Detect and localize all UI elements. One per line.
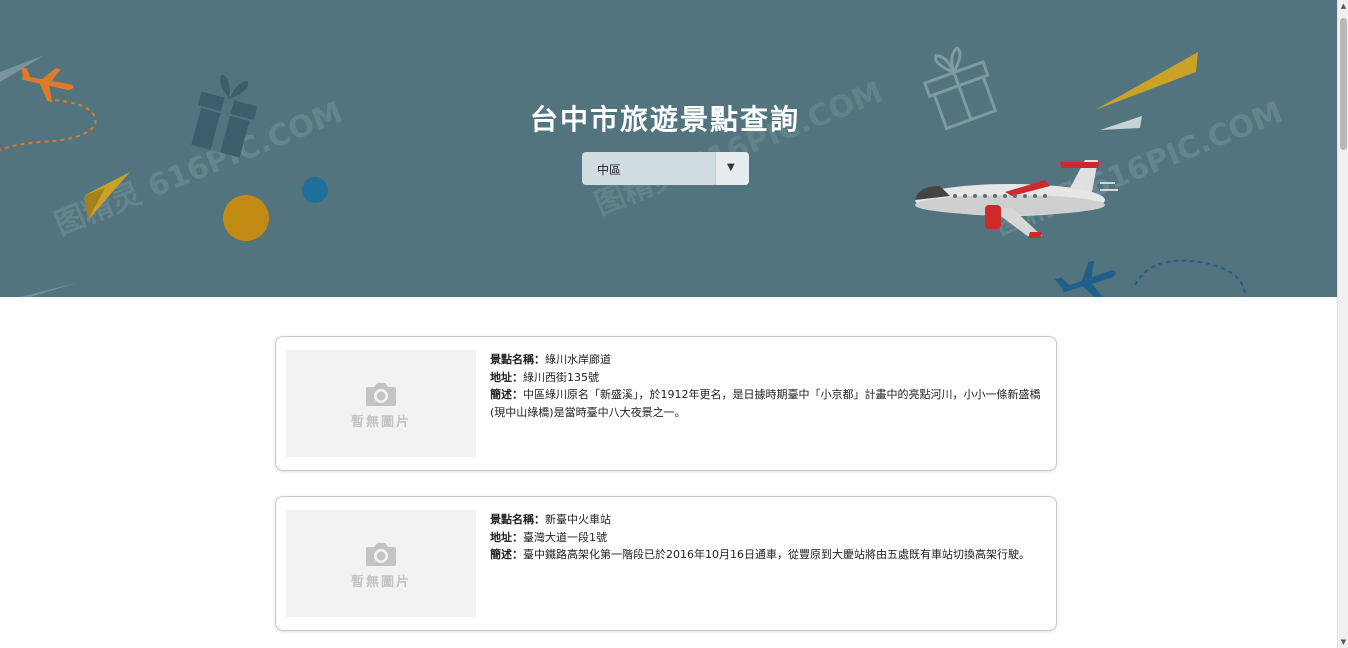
attraction-address-row: 地址：綠川西街135號: [490, 369, 1050, 387]
attraction-description-label: 簡述：: [490, 388, 523, 401]
attraction-name-row: 景點名稱：新臺中火車站: [490, 511, 1050, 529]
header-banner: 图精灵 616PIC.COM 图精灵 616PIC.COM 图精灵 616PIC…: [0, 0, 1337, 297]
gold-circle-icon: [223, 195, 269, 241]
attraction-description: 臺中鐵路高架化第一階段已於2016年10月16日通車，從豐原到大慶站將由五處既有…: [523, 548, 1030, 561]
light-streak-icon: [20, 282, 80, 297]
banner-decoration: 图精灵 616PIC.COM 图精灵 616PIC.COM 图精灵 616PIC…: [0, 46, 1288, 297]
attraction-card[interactable]: 暫無圖片 景點名稱：綠川水岸廊道 地址：綠川西街135號 簡述：中區綠川原名「新…: [275, 336, 1057, 471]
district-select-value: 中區: [597, 163, 622, 177]
attraction-description-row: 簡述：中區綠川原名「新盛溪」，於1912年更名，是日據時期臺中「小京都」計畫中的…: [490, 386, 1050, 421]
attraction-address-label: 地址：: [490, 370, 523, 384]
attraction-address: 綠川西街135號: [523, 370, 599, 384]
scrollbar-thumb[interactable]: [1340, 18, 1347, 150]
attraction-name-label: 景點名稱：: [490, 353, 545, 366]
district-select-toggle[interactable]: ▼: [715, 152, 749, 185]
attraction-name: 綠川水岸廊道: [545, 353, 611, 366]
blue-airplane-icon: [1054, 260, 1116, 297]
scroll-up-arrow-icon[interactable]: ▲: [1338, 2, 1348, 10]
attraction-address: 臺灣大道一段1號: [523, 530, 607, 544]
attraction-card[interactable]: 暫無圖片 景點名稱：新臺中火車站 地址：臺灣大道一段1號 簡述：臺中鐵路高架化第…: [275, 496, 1057, 631]
no-image-label: 暫無圖片: [350, 575, 411, 590]
attraction-description-label: 簡述：: [490, 548, 523, 561]
camera-icon: [366, 383, 396, 406]
large-airplane-icon: [915, 160, 1118, 238]
attraction-address-label: 地址：: [490, 530, 523, 544]
attraction-thumbnail: 暫無圖片: [286, 350, 476, 457]
district-select[interactable]: 中區 ▼: [582, 152, 749, 185]
blue-circle-icon: [302, 177, 328, 203]
dashed-flight-path-blue-icon: [1134, 259, 1246, 297]
attraction-description: 中區綠川原名「新盛溪」，於1912年更名，是日據時期臺中「小京都」計畫中的亮點河…: [490, 388, 1041, 419]
page-title: 台中市旅遊景點查詢: [529, 103, 800, 136]
attraction-thumbnail: 暫無圖片: [286, 510, 476, 617]
page-viewport: 图精灵 616PIC.COM 图精灵 616PIC.COM 图精灵 616PIC…: [0, 0, 1337, 648]
camera-icon: [366, 543, 396, 566]
attraction-name: 新臺中火車站: [545, 513, 611, 526]
attraction-info: 景點名稱：新臺中火車站 地址：臺灣大道一段1號 簡述：臺中鐵路高架化第一階段已於…: [490, 511, 1050, 564]
no-image-label: 暫無圖片: [350, 415, 411, 430]
attraction-name-label: 景點名稱：: [490, 513, 545, 526]
attraction-address-row: 地址：臺灣大道一段1號: [490, 529, 1050, 547]
chevron-down-icon: ▼: [727, 162, 735, 173]
vertical-scrollbar[interactable]: ▲ ▼: [1337, 0, 1348, 648]
attraction-name-row: 景點名稱：綠川水岸廊道: [490, 351, 1050, 369]
attraction-description-row: 簡述：臺中鐵路高架化第一階段已於2016年10月16日通車，從豐原到大慶站將由五…: [490, 546, 1050, 564]
scroll-down-arrow-icon[interactable]: ▼: [1338, 638, 1348, 646]
attraction-info: 景點名稱：綠川水岸廊道 地址：綠川西街135號 簡述：中區綠川原名「新盛溪」，於…: [490, 351, 1050, 421]
